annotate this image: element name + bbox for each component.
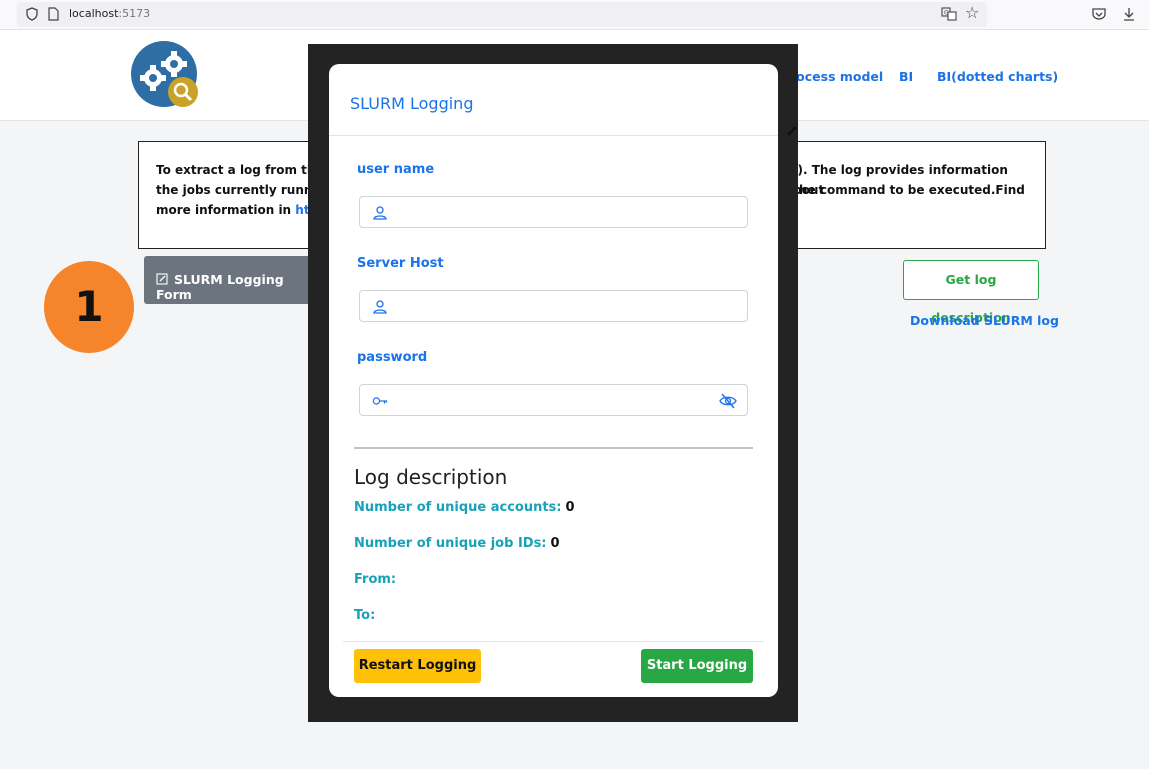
- server-host-label: Server Host: [357, 256, 444, 271]
- pocket-icon[interactable]: [1091, 6, 1107, 22]
- bookmark-star-icon[interactable]: ☆: [965, 5, 979, 21]
- get-log-description-button[interactable]: Get log description: [903, 260, 1039, 325]
- url-port: :5173: [118, 7, 151, 20]
- server-host-field[interactable]: [359, 290, 748, 322]
- log-description-heading: Log description: [354, 465, 508, 489]
- modal-title: SLURM Logging: [350, 94, 474, 113]
- restart-logging-button[interactable]: Restart Logging: [354, 649, 481, 683]
- key-icon: [372, 397, 388, 405]
- step-badge: 1: [44, 261, 134, 353]
- modal-footer-divider: [343, 641, 764, 642]
- start-logging-button[interactable]: Start Logging: [641, 649, 753, 683]
- nav-process-model[interactable]: rocess model: [790, 69, 883, 84]
- unique-job-ids-row: Number of unique job IDs: 0: [354, 536, 560, 551]
- eye-slash-icon[interactable]: [719, 392, 737, 410]
- modal-header-divider: [329, 135, 778, 136]
- app-logo[interactable]: [130, 40, 202, 112]
- slurm-logging-modal: SLURM Logging user name Server Host pass…: [329, 64, 778, 697]
- password-label: password: [357, 350, 428, 365]
- slurm-logging-form-button[interactable]: SLURM Logging Form: [144, 256, 314, 304]
- page-icon: [48, 7, 59, 21]
- password-field[interactable]: [359, 384, 748, 416]
- url-bar[interactable]: localhost:5173 G ☆: [17, 2, 987, 27]
- download-icon[interactable]: [1121, 6, 1137, 22]
- server-host-input[interactable]: [396, 295, 716, 317]
- nav-bi[interactable]: BI: [899, 69, 913, 84]
- user-icon: [373, 300, 387, 314]
- translate-icon[interactable]: G: [941, 7, 957, 21]
- password-input[interactable]: [396, 389, 716, 411]
- username-label: user name: [357, 162, 435, 177]
- unique-accounts-row: Number of unique accounts: 0: [354, 500, 575, 515]
- nav-bi-dotted-charts[interactable]: BI(dotted charts): [937, 69, 1058, 84]
- download-slurm-log-link[interactable]: Download SLURM log: [910, 313, 1059, 328]
- url-host: localhost: [69, 7, 119, 20]
- username-input[interactable]: [396, 201, 716, 223]
- section-divider: [354, 447, 753, 449]
- from-row: From:: [354, 572, 397, 587]
- unique-job-ids-value: 0: [550, 536, 560, 551]
- to-row: To:: [354, 608, 376, 623]
- svg-text:G: G: [944, 10, 949, 17]
- edit-icon: [156, 273, 168, 285]
- url-text[interactable]: localhost:5173: [69, 7, 150, 20]
- pencil-icon: [787, 126, 797, 136]
- unique-accounts-value: 0: [565, 500, 575, 515]
- browser-toolbar: localhost:5173 G ☆: [0, 0, 1149, 30]
- user-icon: [373, 206, 387, 220]
- shield-icon[interactable]: [25, 7, 39, 21]
- username-field[interactable]: [359, 196, 748, 228]
